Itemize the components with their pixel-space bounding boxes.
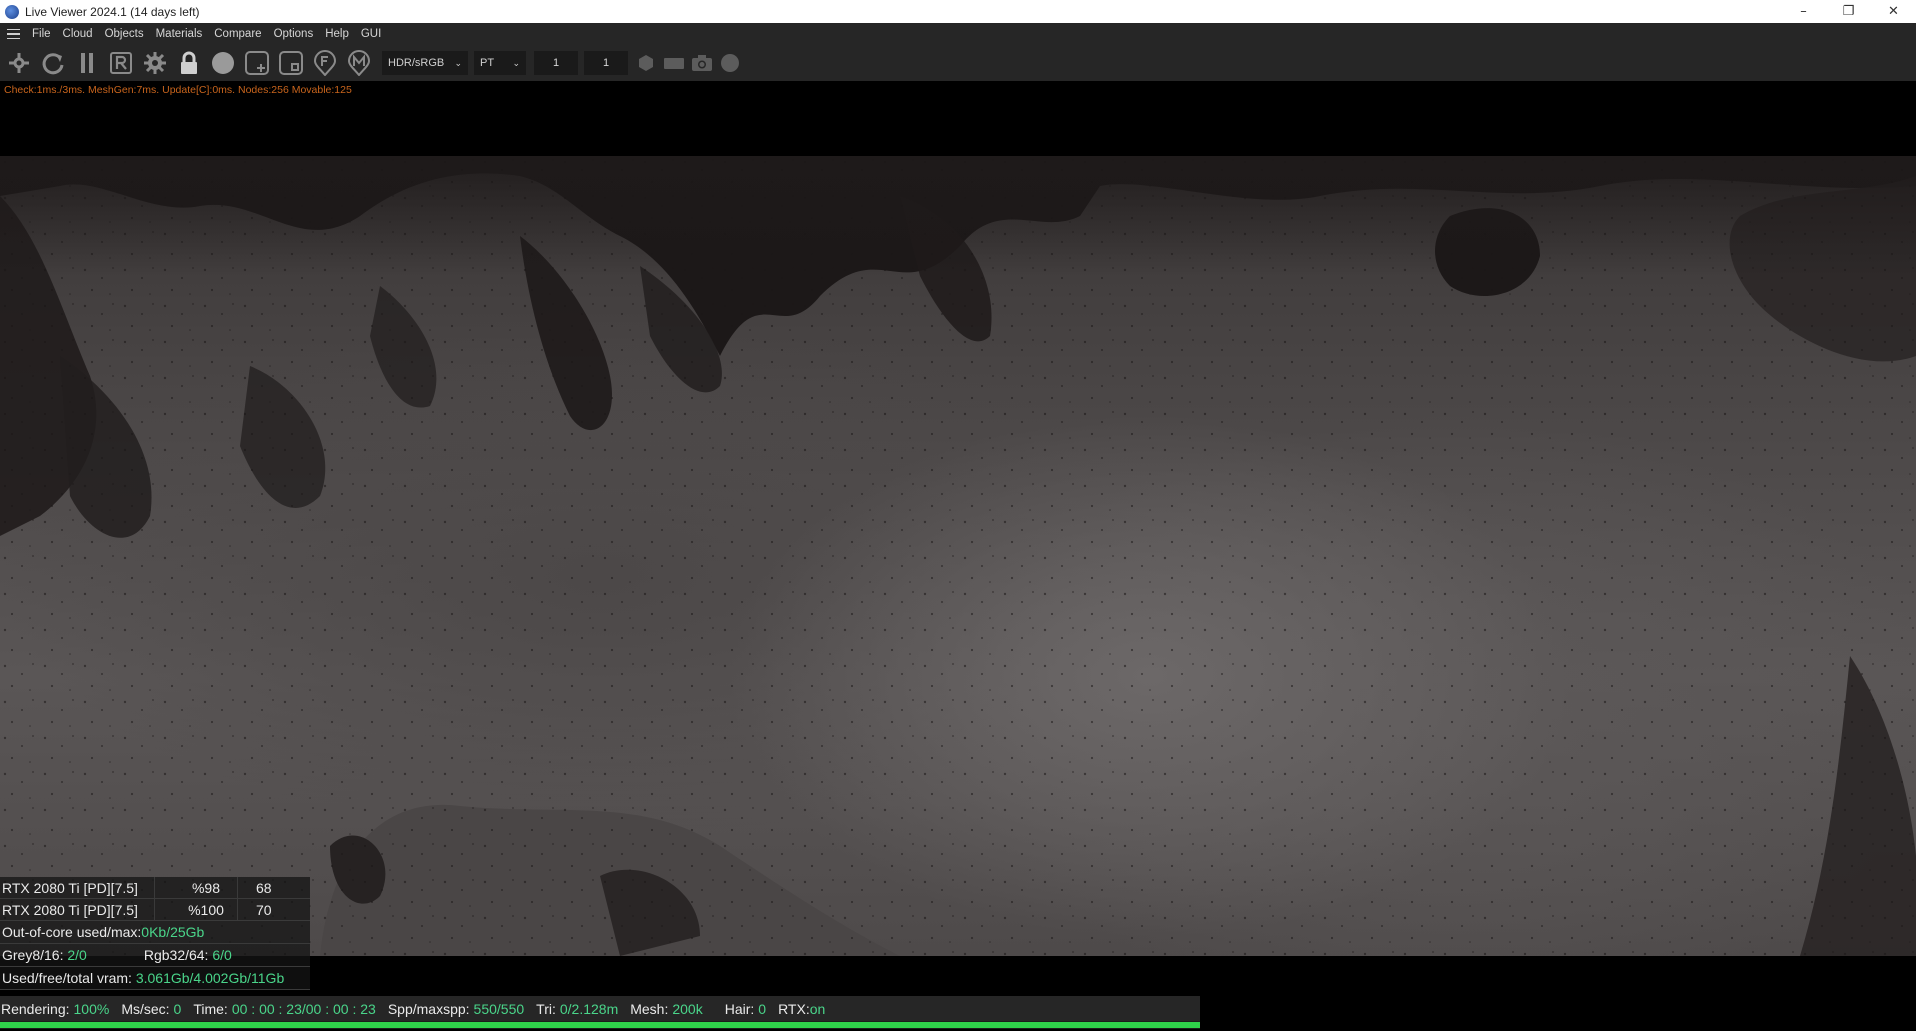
gpu-temp: 68 <box>256 879 272 896</box>
gpu-temp: 70 <box>256 901 272 918</box>
circle-icon[interactable] <box>716 45 744 81</box>
render-mode-select[interactable]: HDR/sRGB ⌄ <box>382 51 468 75</box>
menu-help[interactable]: Help <box>319 23 355 45</box>
sample-field-b[interactable]: 1 <box>584 51 628 75</box>
menu-options[interactable]: Options <box>268 23 320 45</box>
render-status-bar: Rendering: 100% Ms/sec: 0 Time: 00 : 00 : 2… <box>0 996 1200 1021</box>
gpu-name: RTX 2080 Ti [PD][7.5] <box>0 876 155 899</box>
vram-label: Used/free/total vram: <box>2 970 132 986</box>
out-of-core-value: 0Kb/25Gb <box>141 924 205 940</box>
render-viewport[interactable] <box>0 156 1916 956</box>
hexagon-icon[interactable] <box>632 45 660 81</box>
app-logo-icon <box>5 4 19 19</box>
terrain-render-image <box>0 156 1916 956</box>
grey-value: 2/0 <box>67 947 87 963</box>
out-of-core-row: Out-of-core used/max:0Kb/25Gb <box>0 921 310 944</box>
menu-file[interactable]: File <box>26 23 57 45</box>
add-region-icon[interactable] <box>240 45 274 81</box>
stats-line: Check:1ms./3ms. MeshGen:7ms. Update[C]:0… <box>4 84 352 96</box>
menu-objects[interactable]: Objects <box>99 23 150 45</box>
chevron-down-icon: ⌄ <box>512 57 520 68</box>
title-bar: Live Viewer 2024.1 (14 days left) – ❐ ✕ <box>0 0 1916 23</box>
gpu-usage: %98 <box>155 876 238 899</box>
hamburger-menu-icon[interactable] <box>0 23 26 45</box>
gpu-row: RTX 2080 Ti [PD][7.5] %98 68 <box>0 876 310 899</box>
spp-status: Spp/maxspp: 550/550 <box>387 1000 525 1017</box>
close-button[interactable]: ✕ <box>1871 0 1916 23</box>
render-progress-fill <box>0 1022 1200 1028</box>
rgb-label: Rgb32/64: <box>143 947 209 963</box>
rgb-value: 6/0 <box>212 947 232 963</box>
gpu-usage: %100 <box>155 898 238 921</box>
menu-gui[interactable]: GUI <box>355 23 387 45</box>
minimize-button[interactable]: – <box>1781 0 1826 23</box>
vram-value: 3.061Gb/4.002Gb/11Gb <box>135 970 285 986</box>
grey-label: Grey8/16: <box>2 947 64 963</box>
sample-field-a[interactable]: 1 <box>534 51 578 75</box>
ms-per-sec-status: Ms/sec: 0 <box>121 1000 182 1017</box>
render-progress-bar <box>0 1021 1200 1029</box>
sphere-icon[interactable] <box>206 45 240 81</box>
material-m-icon[interactable] <box>342 45 376 81</box>
time-status: Time: 00 : 00 : 23/00 : 00 : 23 <box>193 1000 376 1017</box>
vram-row: Used/free/total vram: 3.061Gb/4.002Gb/11… <box>0 967 310 990</box>
zoom-region-icon[interactable] <box>274 45 308 81</box>
menu-compare[interactable]: Compare <box>208 23 267 45</box>
gpu-row: RTX 2080 Ti [PD][7.5] %100 70 <box>0 898 310 921</box>
pause-icon[interactable] <box>70 45 104 81</box>
refresh-icon[interactable] <box>36 45 70 81</box>
out-of-core-label: Out-of-core used/max: <box>2 924 142 940</box>
window-controls: – ❐ ✕ <box>1781 0 1916 23</box>
gpu-stats-panel: RTX 2080 Ti [PD][7.5] %98 68 RTX 2080 Ti… <box>0 876 310 990</box>
window-title: Live Viewer 2024.1 (14 days left) <box>25 4 200 19</box>
maximize-button[interactable]: ❐ <box>1826 0 1871 23</box>
rendering-status: Rendering: 100% <box>1 1000 110 1017</box>
film-icon[interactable] <box>660 45 688 81</box>
camera-icon[interactable] <box>688 45 716 81</box>
recenter-icon[interactable] <box>2 45 36 81</box>
mesh-status: Mesh: 200k <box>630 1000 703 1017</box>
settings-gear-icon[interactable] <box>138 45 172 81</box>
tri-status: Tri: 0/2.128m <box>536 1000 619 1017</box>
gpu-name: RTX 2080 Ti [PD][7.5] <box>0 898 155 921</box>
toolbar: HDR/sRGB ⌄ PT ⌄ 1 1 <box>0 45 1916 81</box>
focus-f-icon[interactable] <box>308 45 342 81</box>
lock-icon[interactable] <box>172 45 206 81</box>
menu-cloud[interactable]: Cloud <box>57 23 99 45</box>
texture-count-row: Grey8/16: 2/0 Rgb32/64: 6/0 <box>0 944 310 967</box>
kernel-select[interactable]: PT ⌄ <box>474 51 526 75</box>
live-viewer-window: Live Viewer 2024.1 (14 days left) – ❐ ✕ … <box>0 0 1916 1031</box>
rtx-status: RTX:on <box>778 1000 826 1017</box>
chevron-down-icon: ⌄ <box>454 57 462 68</box>
render-mode-value: HDR/sRGB <box>388 57 445 69</box>
menu-bar: File Cloud Objects Materials Compare Opt… <box>0 23 1916 45</box>
hair-status: Hair: 0 <box>724 1000 767 1017</box>
kernel-value: PT <box>480 57 495 69</box>
render-r-icon[interactable] <box>104 45 138 81</box>
menu-materials[interactable]: Materials <box>150 23 209 45</box>
